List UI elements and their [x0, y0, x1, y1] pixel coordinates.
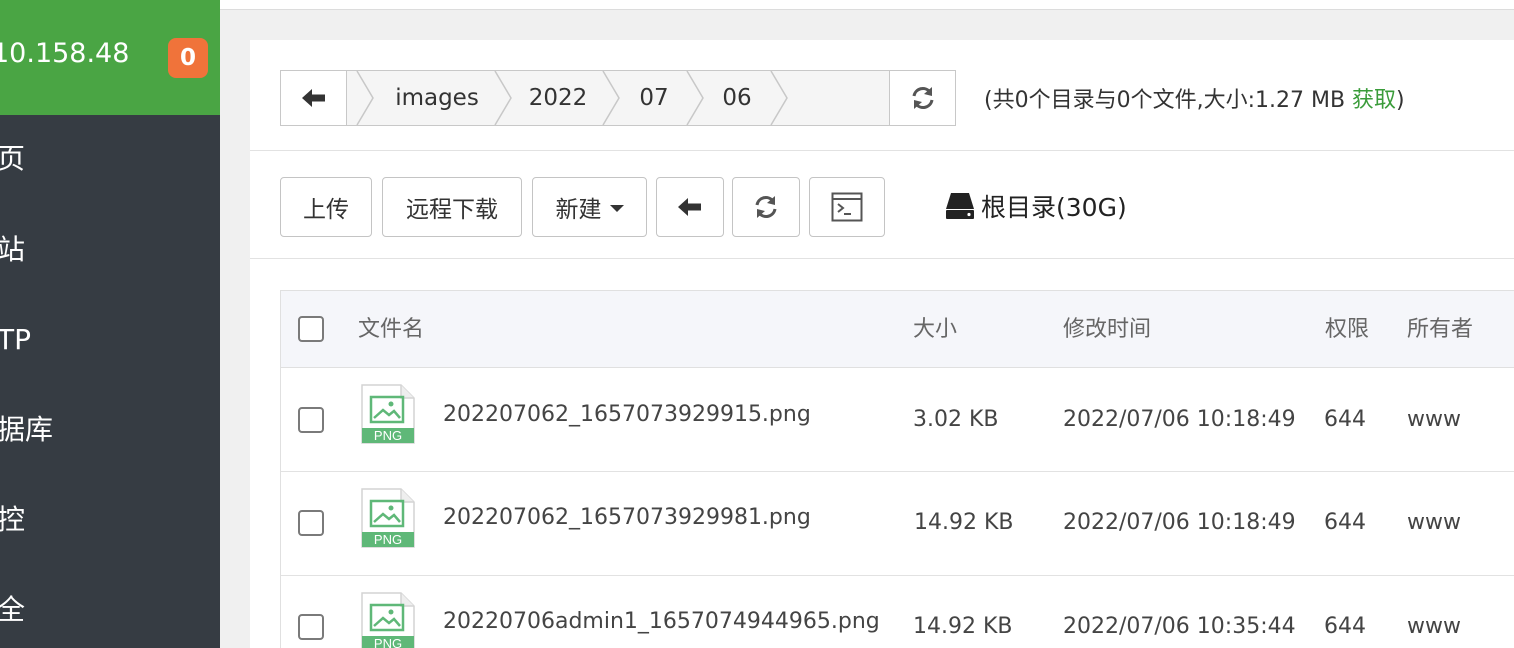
row-checkbox[interactable]	[298, 510, 324, 536]
path-refresh-button[interactable]	[889, 71, 955, 125]
sidebar: 10.158.48 0 页 站 TP 据库 控 全	[0, 0, 220, 648]
file-name[interactable]: 202207062_1657073929915.png	[443, 402, 811, 427]
sidebar-header: 10.158.48 0	[0, 0, 220, 115]
refresh-button[interactable]	[732, 177, 800, 237]
fetch-size-link[interactable]: 获取	[1352, 88, 1396, 113]
sidebar-item-database[interactable]: 据库	[0, 412, 53, 448]
terminal-button[interactable]	[809, 177, 885, 237]
file-permission[interactable]: 644	[1324, 510, 1366, 535]
path-back-button[interactable]	[281, 71, 347, 125]
header-owner[interactable]: 所有者	[1407, 291, 1473, 368]
arrow-left-icon	[301, 89, 325, 107]
table-row[interactable]: PNG 20220706admin1_1657074944965.png 14.…	[281, 576, 1514, 648]
header-filename[interactable]: 文件名	[358, 291, 424, 368]
file-owner[interactable]: www	[1407, 614, 1461, 639]
disk-label: 根目录(30G)	[981, 193, 1127, 222]
upload-button[interactable]: 上传	[280, 177, 372, 237]
path-bar: images 2022 07 06	[280, 70, 956, 126]
refresh-icon	[912, 87, 933, 109]
top-strip	[220, 0, 1514, 10]
svg-text:PNG: PNG	[374, 636, 402, 648]
sidebar-item-website[interactable]: 站	[0, 232, 25, 268]
png-file-icon: PNG	[361, 592, 415, 648]
sidebar-item-security[interactable]: 全	[0, 592, 25, 628]
header-mtime[interactable]: 修改时间	[1063, 291, 1151, 368]
new-dropdown-button[interactable]: 新建	[532, 177, 647, 237]
breadcrumb-06[interactable]: 06	[707, 71, 767, 125]
png-file-icon: PNG	[361, 488, 415, 548]
header-permission[interactable]: 权限	[1325, 291, 1369, 368]
sidebar-item-ftp[interactable]: TP	[0, 322, 31, 358]
file-mtime: 2022/07/06 10:35:44	[1063, 614, 1296, 639]
arrow-left-icon	[678, 198, 701, 216]
back-button[interactable]	[656, 177, 724, 237]
file-name[interactable]: 202207062_1657073929981.png	[443, 505, 811, 530]
header-size[interactable]: 大小	[913, 291, 957, 368]
file-owner[interactable]: www	[1407, 407, 1461, 432]
refresh-icon	[755, 196, 777, 218]
file-permission[interactable]: 644	[1324, 614, 1366, 639]
row-checkbox[interactable]	[298, 614, 324, 640]
disk-selector[interactable]: 根目录(30G)	[945, 188, 1127, 224]
new-label: 新建	[555, 197, 602, 223]
chevron-right-icon	[602, 71, 620, 125]
breadcrumb-images[interactable]: images	[381, 71, 493, 125]
remote-download-button[interactable]: 远程下载	[382, 177, 522, 237]
breadcrumb-07[interactable]: 07	[623, 71, 685, 125]
file-permission[interactable]: 644	[1324, 407, 1366, 432]
chevron-right-icon	[494, 71, 512, 125]
file-table: 文件名 大小 修改时间 权限 所有者 PNG 202207062_1657073…	[280, 290, 1514, 648]
file-mtime: 2022/07/06 10:18:49	[1063, 407, 1296, 432]
breadcrumb-2022[interactable]: 2022	[515, 71, 601, 125]
svg-text:PNG: PNG	[374, 532, 402, 547]
file-owner[interactable]: www	[1407, 510, 1461, 535]
chevron-right-icon	[770, 71, 788, 125]
file-size: 14.92 KB	[913, 614, 1013, 639]
png-file-icon: PNG	[361, 384, 415, 444]
divider	[250, 150, 1514, 151]
terminal-icon	[831, 192, 863, 222]
file-size: 3.02 KB	[913, 407, 999, 432]
notification-badge[interactable]: 0	[168, 38, 208, 78]
sidebar-item-monitor[interactable]: 控	[0, 502, 25, 538]
svg-text:PNG: PNG	[374, 428, 402, 443]
table-header: 文件名 大小 修改时间 权限 所有者	[281, 291, 1514, 368]
file-manager-panel: images 2022 07 06 (共0个目录与0个文件,大小:1.27 MB…	[250, 40, 1514, 648]
hard-drive-icon	[946, 193, 974, 219]
server-ip: 10.158.48	[0, 38, 130, 69]
row-checkbox[interactable]	[298, 407, 324, 433]
file-name[interactable]: 20220706admin1_1657074944965.png	[443, 609, 880, 634]
directory-summary: (共0个目录与0个文件,大小:1.27 MB 获取)	[984, 88, 1405, 113]
file-size: 14.92 KB	[914, 510, 1014, 535]
caret-down-icon	[609, 205, 624, 212]
chevron-right-icon	[686, 71, 704, 125]
chevron-right-icon	[356, 71, 374, 125]
table-row[interactable]: PNG 202207062_1657073929981.png 14.92 KB…	[281, 472, 1514, 576]
sidebar-item-home[interactable]: 页	[0, 141, 25, 177]
file-mtime: 2022/07/06 10:18:49	[1063, 510, 1296, 535]
divider	[250, 258, 1514, 259]
select-all-checkbox[interactable]	[298, 316, 324, 342]
table-row[interactable]: PNG 202207062_1657073929915.png 3.02 KB …	[281, 368, 1514, 472]
